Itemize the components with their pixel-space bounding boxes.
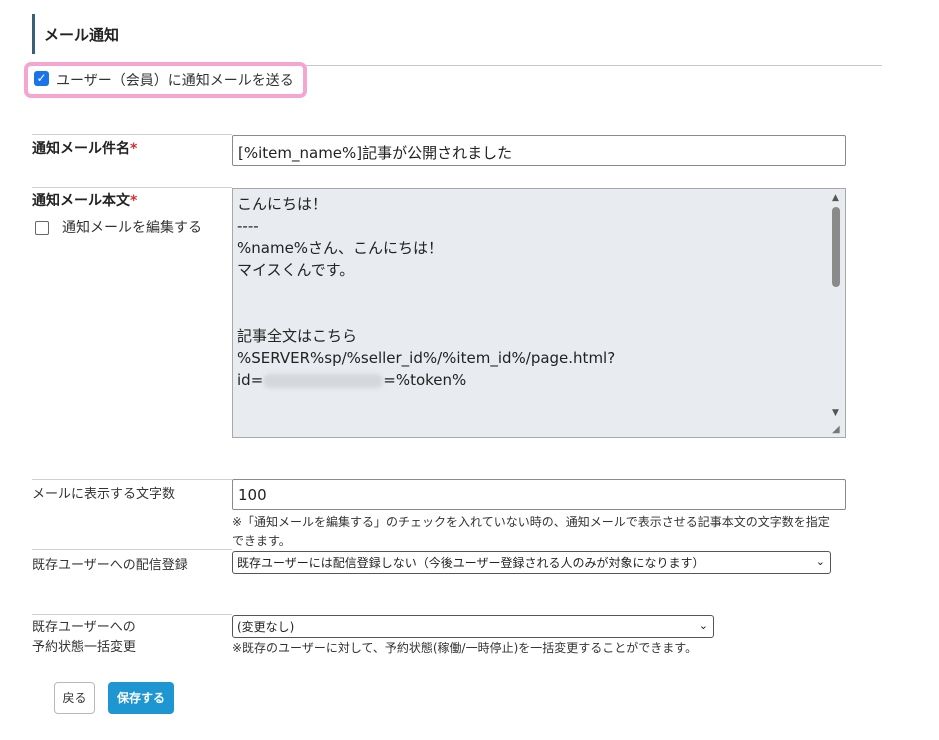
notify-users-checkbox[interactable]: ✓ (34, 71, 49, 86)
resize-handle-icon[interactable]: ◢ (832, 424, 840, 435)
section-title: メール通知 (44, 26, 120, 44)
section-accent-bar (32, 14, 35, 54)
row-divider (32, 614, 232, 615)
required-mark: * (130, 141, 138, 157)
scroll-down-arrow-icon[interactable]: ▼ (832, 408, 839, 418)
chevron-down-icon: ⌄ (815, 555, 825, 568)
row-divider (32, 134, 232, 135)
body-line (237, 281, 841, 303)
textarea-scrollbar-thumb[interactable] (832, 207, 840, 287)
redacted-blur (263, 373, 384, 388)
body-line: 記事全文はこちら (237, 327, 358, 345)
body-line: こんにちは！ (237, 195, 328, 213)
existing-delivery-label: 既存ユーザーへの配信登録 (32, 558, 188, 573)
existing-delivery-select[interactable]: 既存ユーザーには配信登録しない（今後ユーザー登録される人のみが対象になります） … (232, 551, 831, 574)
scroll-up-arrow-icon[interactable]: ▲ (832, 193, 839, 203)
required-mark: * (130, 193, 138, 209)
subject-label: 通知メール件名* (32, 141, 138, 157)
char-count-note: ※「通知メールを編集する」のチェックを入れていない時の、通知メールで表示させる記… (232, 515, 830, 548)
chevron-down-icon: ⌄ (698, 619, 708, 632)
body-line: マイスくんです。 (237, 261, 355, 279)
bulk-change-select[interactable]: (変更なし) ⌄ (232, 615, 714, 638)
existing-delivery-value: 既存ユーザーには配信登録しない（今後ユーザー登録される人のみが対象になります） (237, 556, 705, 570)
row-divider (32, 479, 232, 480)
char-count-input[interactable]: 100 (232, 479, 846, 510)
body-line: %SERVER%sp/%seller_id%/%item_id%/page.ht… (237, 349, 616, 367)
char-count-label: メールに表示する文字数 (32, 487, 176, 502)
body-line (237, 303, 841, 325)
save-button[interactable]: 保存する (108, 682, 174, 714)
notify-users-label[interactable]: ユーザー（会員）に通知メールを送る (56, 70, 294, 90)
edit-body-checkbox[interactable] (35, 221, 49, 235)
row-divider (32, 549, 232, 550)
back-button[interactable]: 戻る (54, 682, 95, 714)
bulk-change-label: 既存ユーザーへの 予約状態一括変更 (32, 620, 137, 655)
edit-body-label[interactable]: 通知メールを編集する (62, 217, 202, 237)
body-line: ---- (237, 217, 259, 235)
body-line: %name%さん、こんにちは！ (237, 239, 444, 257)
body-line-last: id= =%token% (237, 371, 467, 389)
bulk-change-note: ※既存のユーザーに対して、予約状態(稼働/一時停止)を一括変更することができます… (232, 641, 698, 655)
body-textarea[interactable]: こんにちは！ ---- %name%さん、こんにちは！ マイスくんです。 記事全… (232, 188, 846, 438)
bulk-change-value: (変更なし) (237, 620, 295, 634)
subject-input[interactable]: [%item_name%]記事が公開されました (232, 135, 846, 166)
body-label: 通知メール本文* (32, 193, 138, 209)
row-divider (32, 187, 232, 188)
